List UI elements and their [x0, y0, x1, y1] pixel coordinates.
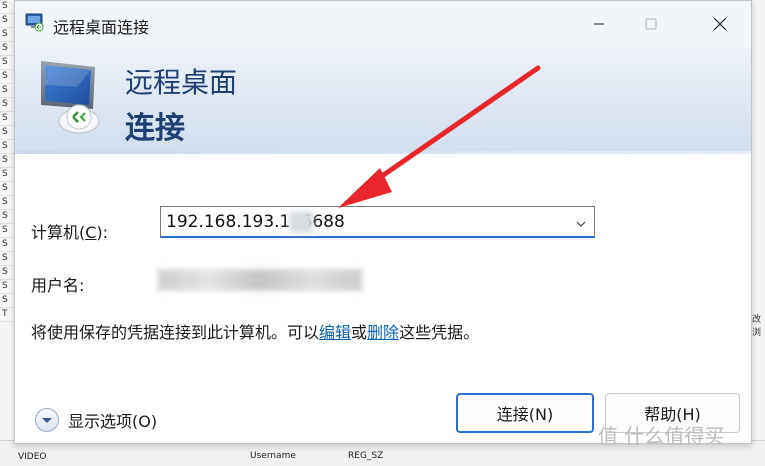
- edit-credentials-link[interactable]: 编辑: [319, 323, 351, 342]
- minimize-button[interactable]: [576, 1, 622, 47]
- chevron-down-icon[interactable]: [575, 215, 587, 234]
- banner-title-line2: 连接: [125, 111, 185, 146]
- background-window-left-edge: SSSS SSSS SSSS SSSS SSSS SST: [0, 0, 15, 465]
- close-icon: [713, 17, 727, 31]
- background-cell: REG_SZ: [348, 451, 384, 461]
- background-text-fragment: 改浏: [752, 315, 762, 338]
- credentials-info-text: 将使用保存的凭据连接到此计算机。可以编辑或删除这些凭据。: [31, 323, 480, 342]
- remote-desktop-dialog: 远程桌面连接 远程桌面 连接 计算机(C): 192.168.193.1:66…: [14, 0, 752, 444]
- app-icon: [25, 12, 45, 36]
- computer-input[interactable]: 192.168.193.1 :6688: [166, 212, 345, 232]
- connect-button[interactable]: 连接(N): [456, 393, 594, 433]
- computer-label: 计算机(C):: [31, 223, 109, 242]
- background-cell: VIDEO: [18, 452, 47, 462]
- banner-divider: [15, 151, 751, 154]
- banner-title-line1: 远程桌面: [125, 66, 238, 99]
- maximize-button[interactable]: [628, 1, 674, 47]
- background-window-right-edge: 改浏: [752, 0, 765, 465]
- computer-combobox[interactable]: 192.168.193.1 :6688: [160, 206, 595, 238]
- minimize-icon: [594, 23, 604, 25]
- username-label: 用户名:: [31, 276, 85, 295]
- remote-desktop-monitor-icon: [37, 57, 109, 141]
- expand-options-icon[interactable]: [35, 408, 59, 432]
- redacted-username: [158, 269, 362, 291]
- show-options-label[interactable]: 显示选项(O): [68, 408, 157, 432]
- show-options-toggle[interactable]: 显示选项(O): [35, 408, 157, 432]
- delete-credentials-link[interactable]: 删除: [367, 323, 399, 342]
- title-bar[interactable]: 远程桌面连接: [15, 1, 751, 47]
- watermark: 值 什么值得买: [598, 424, 725, 448]
- close-button[interactable]: [697, 1, 743, 47]
- background-cell: Username: [250, 451, 296, 461]
- window-title: 远程桌面连接: [53, 18, 150, 37]
- redacted-area: [289, 211, 313, 233]
- header-banner: 远程桌面 连接: [15, 47, 751, 152]
- maximize-icon: [645, 18, 657, 30]
